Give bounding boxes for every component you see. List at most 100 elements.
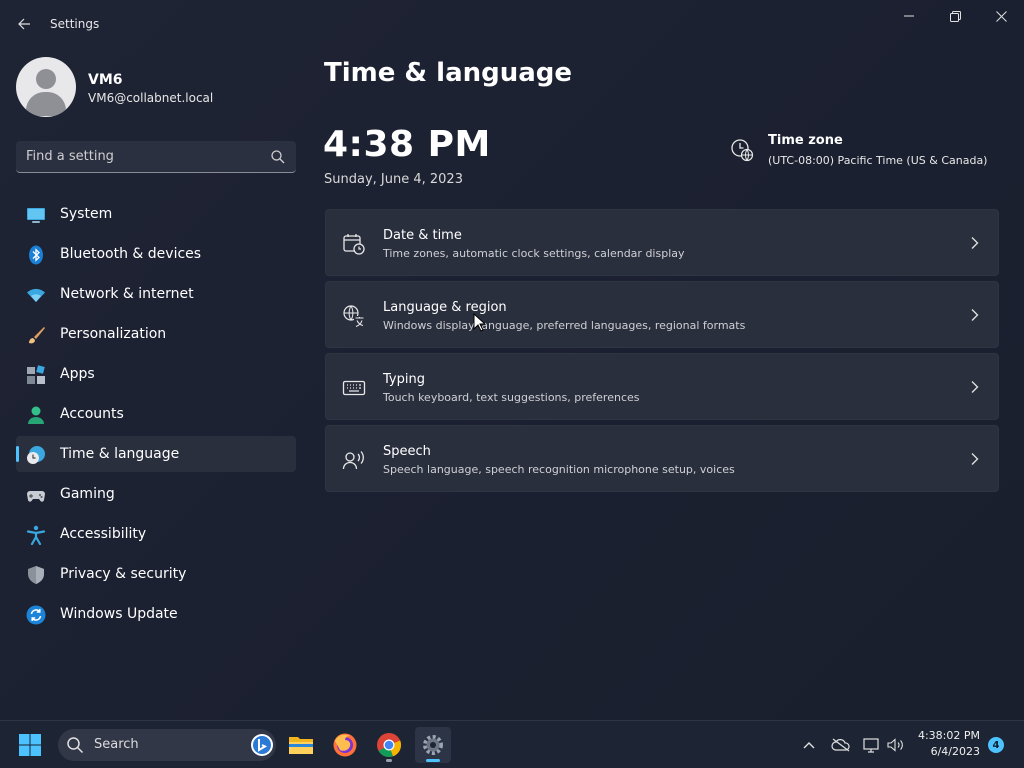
sidebar-item-label: Accounts [60,406,124,422]
onedrive-button[interactable] [831,735,851,755]
sidebar-item-label: Windows Update [60,606,178,622]
bluetooth-icon [29,245,43,265]
globe-clock-icon [731,139,754,162]
sidebar-item-label: Time & language [60,446,180,462]
chevron-right-icon [971,453,979,465]
sidebar-item-label: Gaming [60,486,115,502]
minimize-icon [904,15,914,17]
sidebar-item-bluetooth[interactable]: Bluetooth & devices [16,236,296,272]
taskbar-search[interactable]: Search [58,729,276,761]
update-icon [26,605,46,625]
keyboard-icon [342,380,366,396]
close-button[interactable] [978,4,1024,28]
user-email: VM6@collabnet.local [88,91,214,105]
restore-button[interactable] [932,4,978,28]
chevron-up-icon [803,742,815,749]
sidebar-item-label: Privacy & security [60,566,187,582]
chevron-right-icon [971,381,979,393]
card-title: Speech [383,444,431,459]
current-date: Sunday, June 4, 2023 [324,172,463,187]
wifi-icon [27,288,45,302]
tray-clock-time[interactable]: 4:38:02 PM [906,729,980,742]
search-icon [271,150,285,164]
sidebar-item-label: Network & internet [60,286,194,302]
card-language-region[interactable]: Language & region Windows display langua… [325,281,999,348]
user-name: VM6 [88,72,123,88]
chrome-icon [377,733,402,757]
tray-clock-date[interactable]: 6/4/2023 [906,745,980,758]
sidebar-item-label: System [60,206,113,222]
card-date-time[interactable]: Date & time Time zones, automatic clock … [325,209,999,276]
back-arrow-icon [18,18,30,30]
find-setting-box[interactable] [16,141,296,173]
title-bar: Settings [0,0,1024,48]
back-button[interactable] [12,10,36,38]
sidebar-item-gaming[interactable]: Gaming [16,476,296,512]
system-icon [27,208,45,223]
avatar-head [36,69,56,89]
taskbar-settings[interactable] [415,727,451,763]
language-icon [343,305,365,328]
settings-window: Settings VM6 VM6@collabnet.local System … [0,0,1024,720]
start-button[interactable] [16,731,48,759]
card-title: Typing [383,372,425,387]
chevron-right-icon [971,309,979,321]
gamepad-icon [27,491,45,502]
sidebar-item-label: Bluetooth & devices [60,246,202,262]
calendar-clock-icon [343,234,365,255]
sidebar-item-network[interactable]: Network & internet [16,276,296,312]
active-indicator [426,759,440,762]
current-time: 4:38 PM [323,124,491,165]
running-indicator [386,759,392,762]
taskbar-file-explorer[interactable] [283,727,319,763]
mouse-cursor-icon [473,313,485,332]
sidebar-item-accounts[interactable]: Accounts [16,396,296,432]
card-title: Language & region [383,300,507,315]
card-title: Date & time [383,228,462,243]
firefox-icon [333,733,357,757]
card-subtitle: Speech language, speech recognition micr… [383,463,735,476]
avatar-body [26,92,66,116]
timezone-value: (UTC-08:00) Pacific Time (US & Canada) [768,154,988,167]
accounts-icon [28,406,44,424]
taskbar-search-label: Search [94,737,139,752]
volume-button[interactable] [886,735,906,755]
sidebar-item-windows-update[interactable]: Windows Update [16,596,296,632]
sidebar-item-label: Accessibility [60,526,147,542]
taskbar-chrome[interactable] [371,727,407,763]
notification-badge[interactable]: 4 [988,737,1004,753]
settings-icon [423,735,443,755]
sidebar-item-system[interactable]: System [16,196,296,232]
chevron-right-icon [971,237,979,249]
settings-cards: Date & time Time zones, automatic clock … [325,209,999,497]
sidebar-item-privacy[interactable]: Privacy & security [16,556,296,592]
minimize-button[interactable] [886,4,932,28]
sidebar-item-apps[interactable]: Apps [16,356,296,392]
page-title: Time & language [324,58,573,88]
apps-icon [27,365,45,384]
sidebar-item-personalization[interactable]: Personalization [16,316,296,352]
sidebar-item-accessibility[interactable]: Accessibility [16,516,296,552]
show-hidden-icons-button[interactable] [799,735,819,755]
network-button[interactable] [862,735,882,755]
avatar[interactable] [16,57,76,117]
card-typing[interactable]: Typing Touch keyboard, text suggestions,… [325,353,999,420]
speech-icon [342,451,364,470]
card-speech[interactable]: Speech Speech language, speech recogniti… [325,425,999,492]
taskbar-firefox[interactable] [327,727,363,763]
timezone-title: Time zone [768,133,843,148]
onedrive-offline-icon [831,738,850,752]
windows-logo-icon [19,734,41,756]
restore-icon [949,10,961,22]
sidebar-item-time-language[interactable]: Time & language [16,436,296,472]
app-title: Settings [50,17,100,31]
network-icon [863,738,879,753]
sidebar-item-label: Apps [60,366,95,382]
find-setting-input[interactable] [26,141,256,172]
sidebar-nav: System Bluetooth & devices Network & int… [16,196,296,636]
card-subtitle: Windows display language, preferred lang… [383,319,746,332]
close-icon [995,10,1007,22]
bing-icon[interactable] [250,733,274,757]
file-explorer-icon [289,737,313,754]
card-subtitle: Touch keyboard, text suggestions, prefer… [383,391,640,404]
